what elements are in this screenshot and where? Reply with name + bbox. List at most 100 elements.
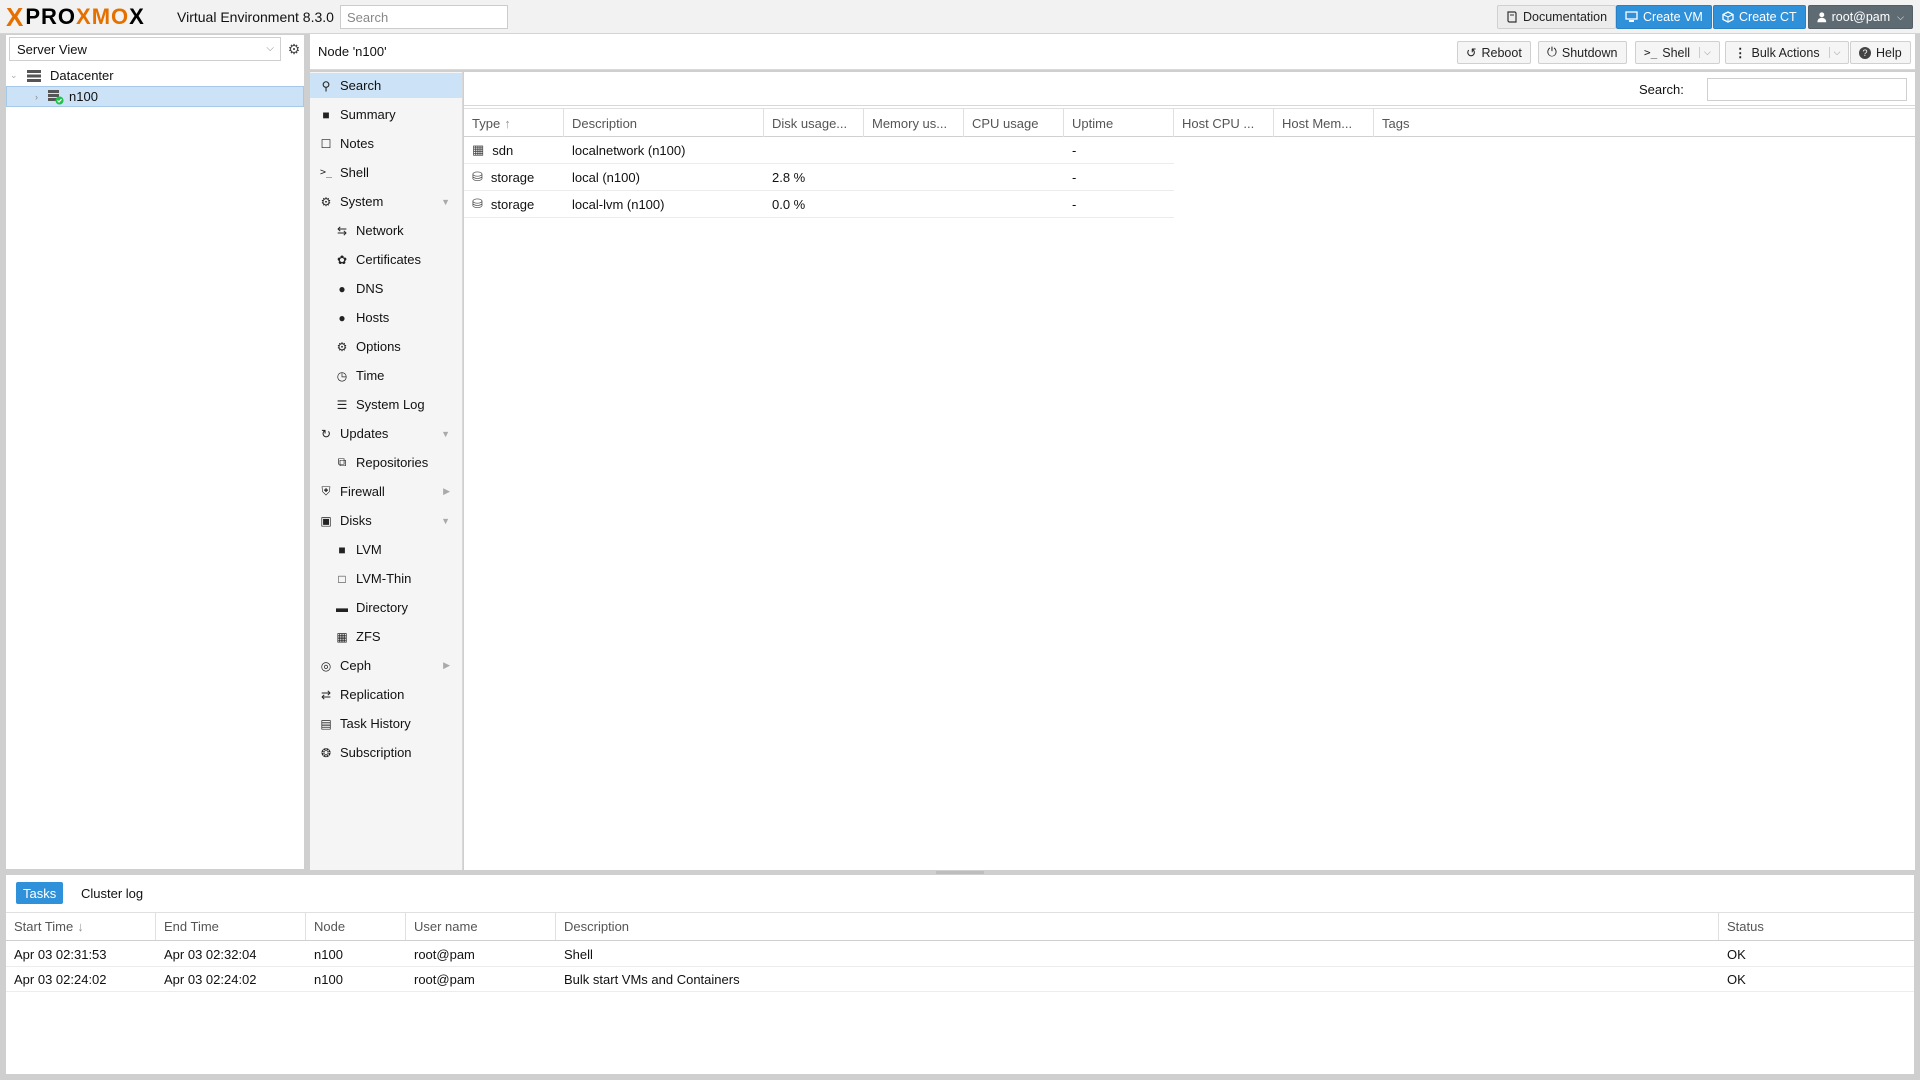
logo-x: X xyxy=(6,2,24,32)
nav-label: Time xyxy=(356,368,385,383)
nav-item-lvm-thin[interactable]: □ LVM-Thin xyxy=(310,566,462,591)
globe-icon: ● xyxy=(338,281,346,296)
column-header-host-cpu[interactable]: Host CPU ... xyxy=(1174,109,1274,137)
table-row[interactable]: ▦ sdn localnetwork (n100) - xyxy=(464,137,1174,164)
hdd-icon: ▣ xyxy=(320,513,332,528)
column-header-cpu-usage[interactable]: CPU usage xyxy=(964,109,1064,137)
column-header-tags[interactable]: Tags xyxy=(1374,109,1915,137)
cell-end-time: Apr 03 02:32:04 xyxy=(164,946,257,962)
column-header-status[interactable]: Status xyxy=(1719,913,1914,940)
global-search-input[interactable] xyxy=(340,5,508,29)
globe-icon: ● xyxy=(338,310,346,325)
help-button[interactable]: ? Help xyxy=(1850,41,1911,64)
cell-status: OK xyxy=(1727,971,1746,987)
cell-cpu-usage xyxy=(964,137,1064,163)
tab-cluster-log[interactable]: Cluster log xyxy=(74,882,150,904)
tab-tasks[interactable]: Tasks xyxy=(16,882,64,904)
nav-item-firewall[interactable]: ⛨ Firewall ▶ xyxy=(310,479,462,504)
nav-label: Certificates xyxy=(356,252,422,267)
create-ct-label: Create CT xyxy=(1739,10,1797,24)
nav-item-disks[interactable]: ▣ Disks ▼ xyxy=(310,508,462,533)
nav-label: Directory xyxy=(356,600,409,615)
column-header-memory-usage[interactable]: Memory us... xyxy=(864,109,964,137)
column-header-user-name[interactable]: User name xyxy=(406,913,556,940)
folder-icon: ▬ xyxy=(336,600,348,615)
user-icon xyxy=(1817,12,1827,23)
tree-item-node-n100[interactable]: › n100 xyxy=(6,86,304,107)
column-header-node[interactable]: Node xyxy=(306,913,406,940)
create-vm-button[interactable]: Create VM xyxy=(1616,5,1712,29)
cell-start-time: Apr 03 02:31:53 xyxy=(14,946,107,962)
grid-search-label: Search: xyxy=(1639,82,1684,97)
bulk-actions-label: Bulk Actions xyxy=(1751,45,1820,60)
nav-item-system-log[interactable]: ☰ System Log xyxy=(310,392,462,417)
reboot-button[interactable]: ↺ Reboot xyxy=(1457,41,1531,64)
task-row[interactable]: Apr 03 02:31:53 Apr 03 02:32:04 n100 roo… xyxy=(6,942,1914,967)
cell-end-time: Apr 03 02:24:02 xyxy=(164,971,257,987)
server-view-select[interactable]: Server View ⌵ xyxy=(9,37,281,61)
nav-item-hosts[interactable]: ● Hosts xyxy=(310,305,462,330)
column-header-start-time[interactable]: Start Time ↓ xyxy=(6,913,156,940)
nav-item-system[interactable]: ⚙ System ▼ xyxy=(310,189,462,214)
column-header-uptime[interactable]: Uptime xyxy=(1064,109,1174,137)
cell-uptime: - xyxy=(1072,169,1077,185)
column-header-description[interactable]: Description xyxy=(564,109,764,137)
shutdown-button[interactable]: ⏻ Shutdown xyxy=(1538,41,1627,64)
nav-item-notes[interactable]: ☐ Notes xyxy=(310,131,462,156)
nav-item-ceph[interactable]: ◎ Ceph ▶ xyxy=(310,653,462,678)
column-header-type[interactable]: Type ↑ xyxy=(464,109,564,137)
cell-disk-usage: 0.0 % xyxy=(772,196,806,212)
top-bar: X PROXMOX Virtual Environment 8.3.0 Docu… xyxy=(0,0,1920,34)
terminal-icon: >_ xyxy=(1644,46,1658,59)
nav-item-dns[interactable]: ● DNS xyxy=(310,276,462,301)
collapse-arrow-icon: ▼ xyxy=(441,196,450,207)
column-header-description[interactable]: Description xyxy=(556,913,1719,940)
cell-memory-usage xyxy=(864,191,964,217)
nav-item-updates[interactable]: ↻ Updates ▼ xyxy=(310,421,462,446)
nav-item-repositories[interactable]: ⧉ Repositories xyxy=(310,450,462,475)
nav-item-certificates[interactable]: ✿ Certificates xyxy=(310,247,462,272)
collapse-arrow-icon: ▼ xyxy=(441,428,450,439)
bulk-actions-button[interactable]: ⋮ Bulk Actions ⌵ xyxy=(1725,41,1850,64)
cell-uptime: - xyxy=(1072,142,1077,158)
task-row[interactable]: Apr 03 02:24:02 Apr 03 02:24:02 n100 roo… xyxy=(6,967,1914,992)
nav-item-replication[interactable]: ⇄ Replication xyxy=(310,682,462,707)
nav-item-subscription[interactable]: ❂ Subscription xyxy=(310,740,462,765)
logo-part-b: XMO xyxy=(76,4,130,29)
cell-description: Shell xyxy=(564,946,593,962)
grid-toolbar: Search: xyxy=(464,72,1915,106)
nav-item-options[interactable]: ⚙ Options xyxy=(310,334,462,359)
column-header-end-time[interactable]: End Time xyxy=(156,913,306,940)
create-ct-button[interactable]: Create CT xyxy=(1713,5,1806,29)
nav-item-summary[interactable]: ■ Summary xyxy=(310,102,462,127)
shell-button[interactable]: >_ Shell ⌵ xyxy=(1635,41,1720,64)
column-label: Host CPU ... xyxy=(1182,115,1255,131)
column-label: User name xyxy=(414,919,478,934)
tree-item-datacenter[interactable]: ⌄ Datacenter xyxy=(6,65,306,86)
nav-item-network[interactable]: ⇆ Network xyxy=(310,218,462,243)
table-row[interactable]: ⛁ storage local-lvm (n100) 0.0 % - xyxy=(464,191,1174,218)
nav-item-task-history[interactable]: ▤ Task History xyxy=(310,711,462,736)
logo-part-c: X xyxy=(129,4,145,29)
nav-item-directory[interactable]: ▬ Directory xyxy=(310,595,462,620)
chevron-down-icon[interactable]: ⌵ xyxy=(1699,47,1711,58)
documentation-button[interactable]: Documentation xyxy=(1497,5,1617,29)
column-header-host-memory[interactable]: Host Mem... xyxy=(1274,109,1374,137)
column-label: End Time xyxy=(164,919,219,934)
table-row[interactable]: ⛁ storage local (n100) 2.8 % - xyxy=(464,164,1174,191)
column-label: Description xyxy=(572,115,638,131)
column-header-disk-usage[interactable]: Disk usage... xyxy=(764,109,864,137)
tree-settings-gear-icon[interactable]: ⚙ xyxy=(284,37,304,61)
grid-search-input[interactable] xyxy=(1707,78,1907,101)
node-label: n100 xyxy=(69,89,98,104)
create-vm-label: Create VM xyxy=(1643,10,1703,24)
nav-item-shell[interactable]: >_ Shell xyxy=(310,160,462,185)
nav-item-lvm[interactable]: ■ LVM xyxy=(310,537,462,562)
nav-item-zfs[interactable]: ▦ ZFS xyxy=(310,624,462,649)
nav-item-search[interactable]: ⚲ Search xyxy=(310,73,462,98)
user-menu-button[interactable]: root@pam ⌵ xyxy=(1808,5,1913,29)
nav-label: Firewall xyxy=(340,484,385,499)
chevron-down-icon[interactable]: ⌵ xyxy=(1828,47,1840,58)
nav-item-time[interactable]: ◷ Time xyxy=(310,363,462,388)
collapse-arrow-icon: ▼ xyxy=(441,515,450,526)
